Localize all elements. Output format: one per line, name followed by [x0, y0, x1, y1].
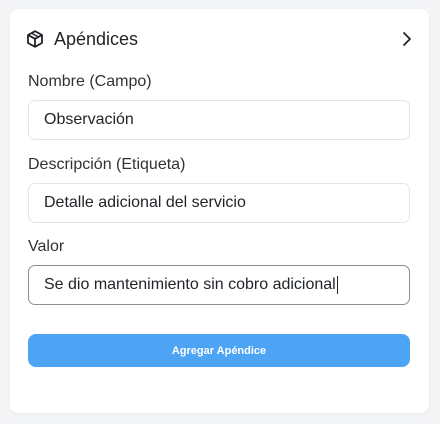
chevron-right-icon[interactable]	[400, 27, 414, 51]
text-cursor	[336, 276, 339, 294]
value-field-label: Valor	[28, 238, 65, 255]
description-field[interactable]: Detalle adicional del servicio	[28, 183, 410, 223]
name-field[interactable]: Observación	[28, 100, 410, 140]
add-appendix-button[interactable]: Agregar Apéndice	[28, 334, 410, 367]
value-field-value: Se dio mantenimiento sin cobro adicional	[44, 276, 336, 293]
appendices-header[interactable]: Apéndices	[26, 25, 414, 53]
appendices-card: Apéndices Nombre (Campo) Observación Des…	[10, 9, 429, 413]
section-title: Apéndices	[54, 28, 139, 49]
name-field-label: Nombre (Campo)	[28, 73, 152, 90]
value-field[interactable]: Se dio mantenimiento sin cobro adicional	[28, 265, 410, 305]
description-field-value: Detalle adicional del servicio	[44, 194, 246, 211]
cube-icon	[26, 30, 44, 48]
name-field-value: Observación	[44, 111, 134, 128]
description-field-label: Descripción (Etiqueta)	[28, 156, 186, 173]
